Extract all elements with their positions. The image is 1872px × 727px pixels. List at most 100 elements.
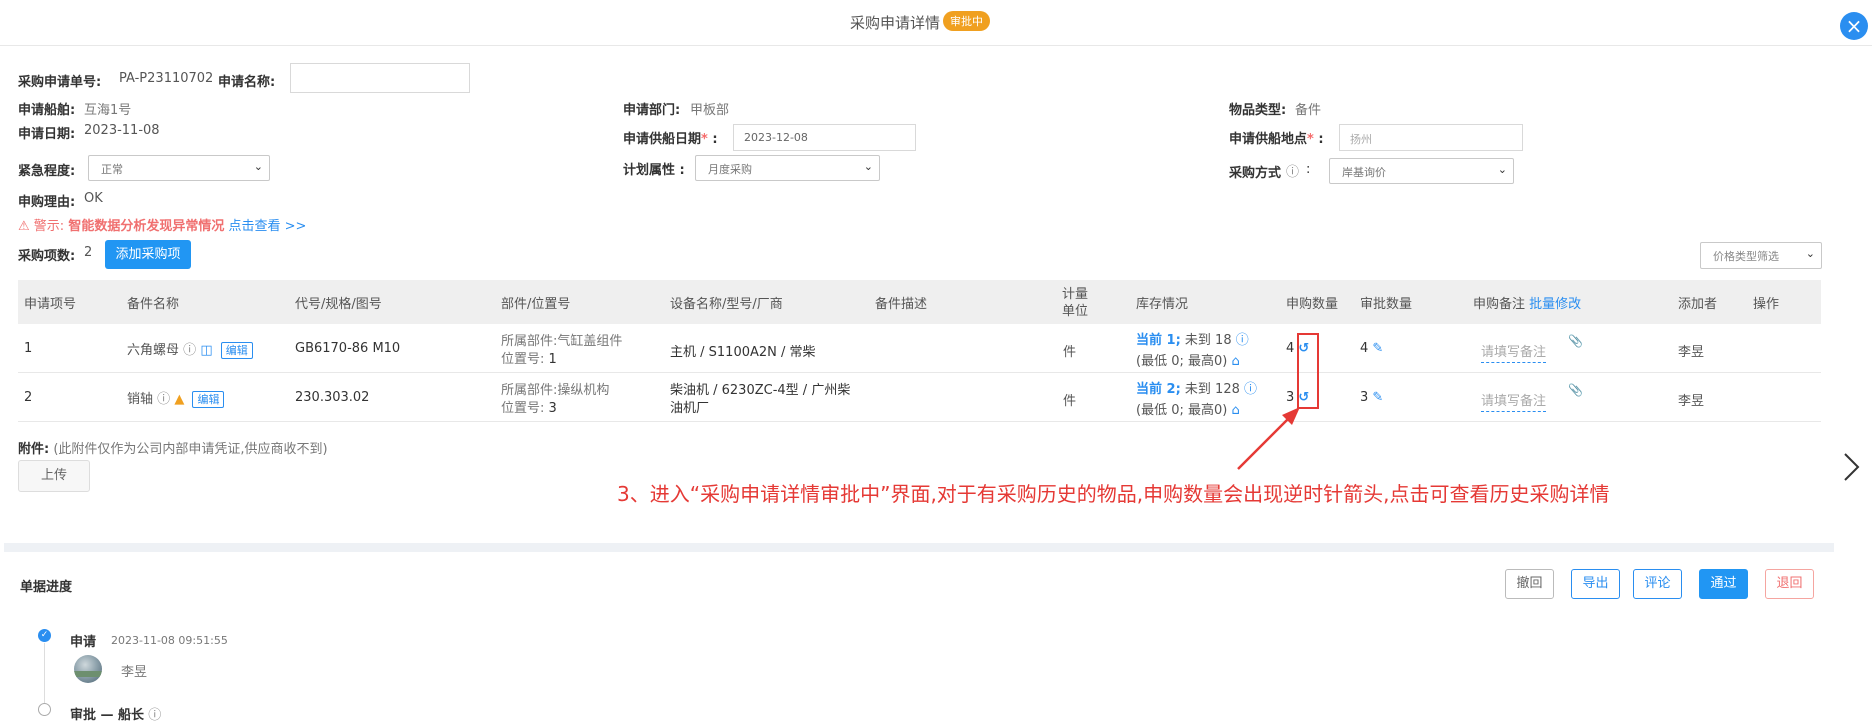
th-req-qty: 申购数量	[1286, 297, 1339, 312]
remark-placeholder: 请填写备注	[1481, 394, 1547, 412]
stock-current: 当前 1;	[1136, 333, 1181, 348]
dept-value: 甲板部	[690, 103, 730, 118]
th-adder: 添加者	[1678, 297, 1718, 312]
part-name: 销轴	[127, 392, 154, 407]
comment-button[interactable]: 评论	[1633, 569, 1682, 599]
edit-icon[interactable]: ✎	[1372, 341, 1383, 356]
part-name-cell: 六角螺母 ⓘ ◫ 编辑	[127, 339, 253, 359]
unit: 件	[1063, 394, 1077, 409]
check-icon: ✓	[38, 629, 51, 642]
add-item-button[interactable]: 添加采购项	[105, 240, 191, 269]
pending-dot-icon	[38, 703, 51, 716]
status-badge: 审批中	[943, 11, 990, 31]
position-label: 位置号:	[501, 401, 545, 416]
remark-input[interactable]: 请填写备注	[1481, 341, 1547, 363]
part-name-cell: 销轴 ⓘ ▲ 编辑	[127, 388, 225, 408]
th-stock: 库存情况	[1136, 297, 1189, 312]
close-button[interactable]: ×	[1840, 12, 1868, 40]
image-icon[interactable]: ◫	[200, 343, 212, 358]
dialog-title: 采购申请详情	[850, 14, 941, 32]
urgency-select[interactable]: 正常 ⌄	[88, 155, 270, 181]
info-icon[interactable]: ⓘ	[183, 343, 196, 358]
price-filter-value: 价格类型筛选	[1713, 250, 1779, 263]
annotation-arrow	[1237, 407, 1300, 470]
table-row: 1 六角螺母 ⓘ ◫ 编辑 GB6170-86 M10 所属部件:气缸盖组件 位…	[18, 324, 1821, 373]
component-line: 所属部件:气缸盖组件	[501, 334, 623, 349]
appr-qty-cell: 4 ✎	[1360, 341, 1383, 356]
attachment-line: 附件: (此附件仅作为公司内部申请凭证,供应商收不到)	[18, 438, 328, 457]
alert-icon[interactable]: ▲	[174, 392, 184, 407]
stock-line: 当前 1; 未到 18 ⓘ	[1136, 329, 1249, 348]
info-icon[interactable]: ⓘ	[1244, 382, 1257, 397]
attach-icon[interactable]: 📎	[1568, 334, 1583, 348]
info-icon[interactable]: ⓘ	[1236, 333, 1249, 348]
item-no: 1	[24, 341, 33, 356]
supply-place-label: 申请供船地点* :	[1229, 132, 1324, 147]
remark-placeholder: 请填写备注	[1481, 345, 1547, 363]
item-no: 2	[24, 390, 33, 405]
plan-value: 月度采购	[708, 163, 752, 176]
th-item-no: 申请项号	[24, 297, 77, 312]
withdraw-button[interactable]: 撤回	[1505, 569, 1554, 599]
upload-button[interactable]: 上传	[18, 460, 90, 492]
reason-value: OK	[84, 191, 103, 206]
request-name-label: 申请名称:	[218, 75, 276, 90]
warning-line: ⚠ 警示: 智能数据分析发现异常情况 点击查看 >>	[18, 215, 306, 234]
info-icon[interactable]: ⓘ	[157, 392, 170, 407]
info-icon[interactable]: ⓘ	[148, 708, 161, 723]
position-line: 位置号: 1	[501, 348, 557, 367]
step-name: 申请	[70, 635, 97, 650]
position-value: 1	[548, 352, 557, 367]
table-header: 申请项号 备件名称 代号/规格/图号 部件/位置号 设备名称/型号/厂商 备件描…	[18, 280, 1821, 324]
date-value: 2023-11-08	[84, 123, 160, 138]
stock-range: (最低 0; 最高0)	[1136, 354, 1228, 369]
urgency-label: 紧急程度:	[18, 164, 76, 179]
close-icon: ×	[1845, 14, 1863, 38]
stock-range-line: (最低 0; 最高0) ⌂	[1136, 350, 1240, 369]
price-filter-select[interactable]: 价格类型筛选 ⌄	[1700, 242, 1822, 269]
section-divider	[4, 543, 1834, 552]
th-unit-2: 单位	[1062, 304, 1089, 319]
attachment-label: 附件:	[18, 442, 50, 457]
edit-button[interactable]: 编辑	[220, 342, 253, 359]
th-op: 操作	[1753, 297, 1780, 312]
warehouse-icon[interactable]: ⌂	[1231, 354, 1239, 369]
th-component: 部件/位置号	[501, 297, 571, 312]
goods-type-label: 物品类型:	[1229, 103, 1287, 118]
avatar	[74, 655, 102, 683]
step-approve-line: 审批 — 船长 ⓘ	[70, 704, 161, 723]
th-part-name: 备件名称	[127, 297, 180, 312]
th-equipment: 设备名称/型号/厂商	[670, 297, 783, 312]
stock-pending: 未到 18	[1184, 333, 1232, 348]
supply-date-input[interactable]: 2023-12-08	[733, 124, 916, 151]
remark-input[interactable]: 请填写备注	[1481, 390, 1547, 412]
stock-line: 当前 2; 未到 128 ⓘ	[1136, 378, 1257, 397]
position-label: 位置号:	[501, 352, 545, 367]
stock-current: 当前 2;	[1136, 382, 1181, 397]
edit-icon[interactable]: ✎	[1372, 390, 1383, 405]
info-icon[interactable]: ⓘ	[1286, 161, 1299, 180]
timeline-line	[44, 643, 45, 703]
edit-button[interactable]: 编辑	[192, 391, 225, 408]
plan-select[interactable]: 月度采购 ⌄	[695, 155, 880, 181]
chevron-right-icon[interactable]	[1842, 452, 1860, 482]
th-desc: 备件描述	[875, 297, 928, 312]
supply-place-input[interactable]: 扬州	[1339, 124, 1523, 151]
equipment-line2: 油机厂	[670, 401, 710, 416]
method-select[interactable]: 岸基询价 ⌄	[1329, 158, 1514, 184]
export-button[interactable]: 导出	[1571, 569, 1620, 599]
request-name-input[interactable]	[290, 63, 470, 93]
warning-text: 智能数据分析发现异常情况	[68, 219, 225, 234]
part-name: 六角螺母	[127, 343, 180, 358]
warning-view-link[interactable]: 点击查看 >>	[228, 219, 306, 234]
request-no-label: 采购申请单号:	[18, 75, 102, 90]
approve-button[interactable]: 通过	[1699, 569, 1748, 599]
attach-icon[interactable]: 📎	[1568, 383, 1583, 397]
colon-label: :	[1306, 162, 1311, 177]
unit: 件	[1063, 345, 1077, 360]
step-time: 2023-11-08 09:51:55	[111, 634, 228, 647]
warning-icon: ⚠	[18, 219, 30, 234]
batch-edit-link[interactable]: 批量修改	[1529, 297, 1581, 312]
reject-button[interactable]: 退回	[1765, 569, 1814, 599]
component-line: 所属部件:操纵机构	[501, 383, 610, 398]
